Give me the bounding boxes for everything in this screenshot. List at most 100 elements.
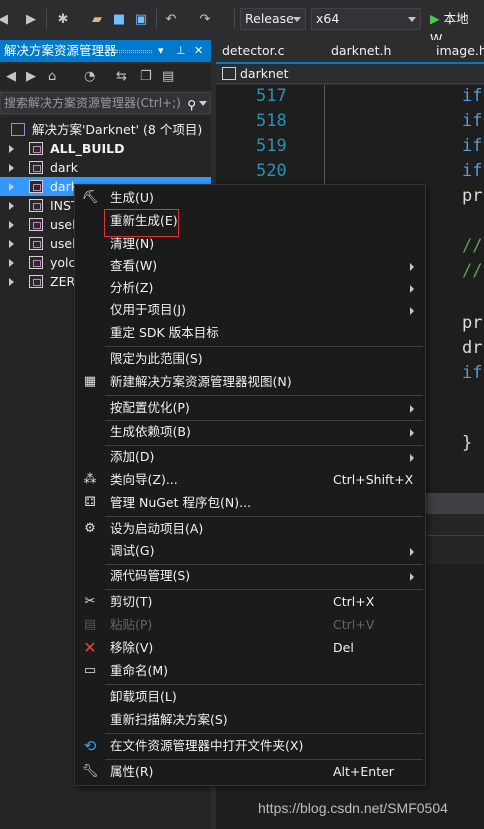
collapse-all-icon[interactable]: ❐ — [140, 69, 152, 84]
forward-icon[interactable]: ▶ — [26, 69, 36, 84]
menu-item-remove[interactable]: ✕ 移除(V) Del — [75, 637, 425, 659]
submenu-arrow-icon — [410, 263, 414, 271]
undo-icon[interactable]: ↶ — [162, 10, 180, 28]
menu-item-view[interactable]: 查看(W) — [75, 255, 425, 277]
toolbar-separator — [156, 9, 157, 29]
menu-item-debug[interactable]: 调试(G) — [75, 540, 425, 562]
line-number: 517 — [256, 86, 287, 106]
menu-item-rebuild[interactable]: 重新生成(E) — [75, 210, 425, 232]
menu-item-paste[interactable]: ▤ 粘贴(P) Ctrl+V — [75, 614, 425, 636]
tab-darknet-h[interactable]: darknet.h — [331, 43, 391, 58]
expand-icon[interactable] — [9, 145, 14, 153]
menu-item-new-explorer-view[interactable]: ▦ 新建解决方案资源管理器视图(N) — [75, 371, 425, 393]
project-icon — [29, 237, 43, 250]
submenu-arrow-icon — [410, 429, 414, 437]
expand-icon[interactable] — [9, 183, 14, 191]
solution-node[interactable]: 解决方案'Darknet' (8 个项目) — [0, 120, 211, 139]
redo-icon[interactable]: ↷ — [196, 10, 214, 28]
tree-item-label: ALL_BUILD — [50, 141, 125, 156]
drag-grip[interactable] — [116, 50, 152, 53]
new-project-icon[interactable]: ✱ — [54, 10, 72, 28]
menu-item-unload-project[interactable]: 卸载项目(L) — [75, 686, 425, 708]
menu-item-retarget-sdk[interactable]: 重定 SDK 版本目标 — [75, 322, 425, 344]
code-line: // — [462, 261, 483, 281]
editor-navigation-bar[interactable]: darknet — [216, 64, 484, 84]
code-line: dr — [462, 338, 483, 358]
tree-item-label: ZER — [50, 274, 76, 289]
code-line: pr — [462, 186, 483, 206]
menu-separator — [105, 516, 423, 517]
tree-item-label: usel — [50, 217, 76, 232]
tab-image-h[interactable]: image.h — [436, 43, 484, 58]
expand-icon[interactable] — [9, 240, 14, 248]
menu-item-properties[interactable]: 🔧︎ 属性(R) Alt+Enter — [75, 761, 425, 783]
code-line: if — [462, 86, 483, 106]
menu-item-clean[interactable]: 清理(N) — [75, 233, 425, 255]
chevron-down-icon[interactable] — [199, 101, 207, 106]
home-icon[interactable]: ⌂ — [48, 69, 56, 84]
search-icon[interactable]: ⚲ — [187, 95, 196, 115]
chevron-down-icon — [293, 17, 301, 22]
submenu-arrow-icon — [410, 307, 414, 315]
run-button[interactable]: ▶ 本地 W — [430, 9, 484, 46]
menu-item-source-control[interactable]: 源代码管理(S) — [75, 565, 425, 587]
menu-item-rename[interactable]: ▭ 重命名(M) — [75, 660, 425, 682]
menu-item-build-dependencies[interactable]: 生成依赖项(B) — [75, 421, 425, 443]
menu-item-cut[interactable]: ✂ 剪切(T) Ctrl+X — [75, 591, 425, 613]
rename-icon: ▭ — [83, 663, 97, 678]
code-line: // — [462, 236, 483, 256]
close-icon[interactable]: ✕ — [194, 40, 203, 62]
selection-margin — [324, 85, 325, 185]
menu-item-add[interactable]: 添加(D) — [75, 446, 425, 468]
forward-icon[interactable]: ▶ — [22, 10, 40, 28]
expand-icon[interactable] — [9, 259, 14, 267]
project-icon — [29, 142, 43, 155]
code-line: } — [462, 433, 473, 453]
menu-item-manage-nuget[interactable]: ⚃ 管理 NuGet 程序包(N)... — [75, 492, 425, 514]
show-all-files-icon[interactable]: ▤ — [162, 69, 174, 84]
expand-icon[interactable] — [9, 164, 14, 172]
wrench-icon: 🔧︎ — [81, 764, 99, 779]
expand-icon[interactable] — [9, 202, 14, 210]
pin-icon[interactable]: ⊥ — [176, 40, 186, 62]
refresh-icon: ⟲ — [83, 737, 97, 755]
menu-item-scope-to-this[interactable]: 限定为此范围(S) — [75, 348, 425, 370]
solution-explorer-search-input[interactable]: 搜索解决方案资源管理器(Ctrl+;) ⚲ — [0, 92, 211, 114]
menu-item-analyze[interactable]: 分析(Z) — [75, 277, 425, 299]
back-icon[interactable]: ◀ — [0, 10, 12, 28]
search-placeholder: 搜索解决方案资源管理器(Ctrl+;) — [4, 96, 181, 110]
submenu-arrow-icon — [410, 285, 414, 293]
menu-item-build[interactable]: ⛏ 生成(U) — [75, 187, 425, 209]
menu-separator — [105, 346, 423, 347]
chevron-down-icon — [408, 17, 416, 22]
menu-item-rescan-solution[interactable]: 重新扫描解决方案(S) — [75, 709, 425, 731]
sync-icon[interactable]: ⇆ — [116, 69, 127, 84]
nuget-icon: ⚃ — [84, 495, 96, 510]
open-folder-icon[interactable]: ▰ — [88, 10, 106, 28]
menu-item-pgo[interactable]: 按配置优化(P) — [75, 397, 425, 419]
paste-icon: ▤ — [83, 617, 97, 632]
project-icon — [29, 275, 43, 288]
menu-item-open-in-explorer[interactable]: ⟲ 在文件资源管理器中打开文件夹(X) — [75, 735, 425, 757]
build-icon: ⛏ — [81, 190, 99, 205]
solution-explorer-toolbar: ◀ ▶ ⌂ ◔ ⇆ ❐ ▤ — [0, 64, 211, 90]
menu-item-class-wizard[interactable]: ⁂ 类向导(Z)... Ctrl+Shift+X — [75, 469, 425, 491]
project-context-menu: ⛏ 生成(U) 重新生成(E) 清理(N) 查看(W) 分析(Z) 仅用于项目(… — [74, 184, 426, 786]
save-icon[interactable]: ■ — [110, 10, 128, 28]
save-all-icon[interactable]: ▣ — [132, 10, 150, 28]
tree-item-project[interactable]: dark — [0, 158, 211, 177]
expand-icon[interactable] — [9, 221, 14, 229]
expand-icon[interactable] — [9, 278, 14, 286]
tree-item-project[interactable]: ALL_BUILD — [0, 139, 211, 158]
dropdown-icon[interactable]: ▾ — [158, 40, 164, 62]
line-number: 519 — [256, 136, 287, 156]
menu-item-project-only[interactable]: 仅用于项目(J) — [75, 299, 425, 321]
tab-detector-c[interactable]: detector.c — [222, 43, 284, 58]
submenu-arrow-icon — [410, 454, 414, 462]
platform-select[interactable]: x64 — [311, 8, 421, 30]
back-icon[interactable]: ◀ — [6, 69, 16, 84]
scissors-icon: ✂ — [84, 594, 96, 609]
history-icon[interactable]: ◔ — [84, 69, 95, 84]
configuration-select[interactable]: Release — [240, 8, 306, 30]
menu-item-set-startup[interactable]: ⚙ 设为启动项目(A) — [75, 518, 425, 540]
